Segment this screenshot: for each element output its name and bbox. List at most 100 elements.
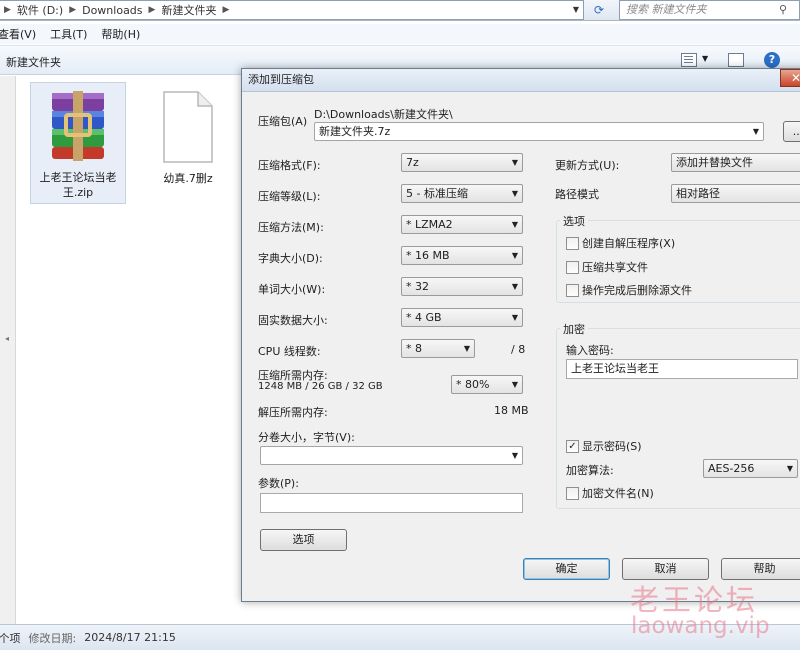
address-dropdown-icon[interactable]: ▼ — [570, 3, 582, 17]
cpu-threads-max: / 8 — [511, 343, 526, 356]
chevron-down-icon: ▼ — [511, 220, 518, 229]
browse-button[interactable]: ... — [783, 121, 800, 142]
cpu-threads-value: * 8 — [406, 342, 422, 355]
check-icon[interactable]: ✓ — [566, 439, 579, 453]
file-item-zip[interactable]: 上老王论坛当老王.zip — [30, 82, 126, 204]
volume-size-combo[interactable]: ▼ — [260, 446, 523, 465]
folder-title: 新建文件夹 — [6, 56, 61, 69]
shared-files-label: 压缩共享文件 — [582, 261, 648, 274]
chevron-down-icon: ▼ — [511, 313, 518, 322]
chevron-down-icon: ▼ — [511, 282, 518, 291]
menu-bar: 查看(V) 工具(T) 帮助(H) — [0, 24, 800, 44]
dialog-titlebar[interactable]: 添加到压缩包 — [242, 69, 800, 92]
memory-percent-value: * 80% — [456, 378, 490, 391]
path-mode-value: 相对路径 — [676, 187, 720, 200]
chevron-down-icon: ▼ — [786, 464, 793, 473]
ok-button[interactable]: 确定 — [523, 558, 610, 580]
status-count: 1 个项 — [0, 631, 21, 645]
format-value: 7z — [406, 156, 419, 169]
breadcrumb-folder[interactable]: 新建文件夹 — [161, 2, 216, 18]
password-label: 输入密码: — [566, 344, 614, 357]
parameters-label: 参数(P): — [258, 477, 299, 490]
method-label: 压缩方法(M): — [258, 221, 324, 234]
encryption-group-title: 加密 — [560, 321, 588, 337]
path-mode-select[interactable]: 相对路径▼ — [671, 184, 800, 203]
encryption-method-value: AES-256 — [708, 462, 755, 475]
view-dropdown-icon[interactable]: ▼ — [702, 54, 708, 63]
help-icon[interactable]: ? — [764, 52, 780, 68]
decompress-memory-label: 解压所需内存: — [258, 406, 328, 419]
breadcrumb-chevron-icon: ▶ — [4, 5, 11, 15]
search-input[interactable]: 搜索 新建文件夹 ⚲ — [619, 0, 800, 20]
view-options-icon[interactable] — [681, 53, 697, 67]
close-icon[interactable]: ✕ — [780, 69, 800, 87]
method-value: * LZMA2 — [406, 218, 453, 231]
encryption-method-select[interactable]: AES-256 ▼ — [703, 459, 798, 478]
options-group-title: 选项 — [560, 213, 588, 229]
show-password-label: 显示密码(S) — [582, 440, 642, 453]
delete-after-label: 操作完成后删除源文件 — [582, 284, 692, 297]
sfx-checkbox[interactable]: 创建自解压程序(X) — [566, 235, 675, 251]
level-value: 5 - 标准压缩 — [406, 187, 468, 200]
sfx-label: 创建自解压程序(X) — [582, 237, 676, 250]
chevron-down-icon: ▼ — [511, 451, 518, 460]
cpu-threads-label: CPU 线程数: — [258, 345, 321, 358]
chevron-down-icon: ▼ — [511, 158, 518, 167]
volume-size-label: 分卷大小，字节(V): — [258, 431, 355, 444]
method-select[interactable]: * LZMA2 ▼ — [401, 215, 523, 234]
checkbox-box[interactable] — [566, 260, 579, 274]
blank-file-icon — [163, 91, 213, 163]
breadcrumb-downloads[interactable]: Downloads — [82, 4, 142, 17]
checkbox-box[interactable] — [566, 236, 579, 250]
menu-help[interactable]: 帮助(H) — [101, 26, 140, 42]
cpu-threads-select[interactable]: * 8 ▼ — [401, 339, 475, 358]
format-label: 压缩格式(F): — [258, 159, 321, 172]
encryption-method-label: 加密算法: — [566, 464, 614, 477]
status-modified-label: 修改日期: — [28, 631, 77, 645]
checkbox-box[interactable] — [566, 486, 579, 500]
checkbox-box[interactable] — [566, 283, 579, 297]
menu-tools[interactable]: 工具(T) — [50, 26, 87, 42]
word-size-select[interactable]: * 32 ▼ — [401, 277, 523, 296]
path-mode-label: 路径模式 — [555, 188, 599, 201]
options-button[interactable]: 选项 — [260, 529, 347, 551]
delete-after-checkbox[interactable]: 操作完成后删除源文件 — [566, 282, 692, 298]
breadcrumb-chevron-icon: ▶ — [222, 5, 230, 15]
address-bar: ▶ 软件 (D:) ▶ Downloads ▶ 新建文件夹 ▶ ▼ ⟳ 搜索 新… — [0, 0, 800, 21]
breadcrumb-drive[interactable]: 软件 (D:) — [17, 2, 63, 18]
status-modified-value: 2024/8/17 21:15 — [84, 631, 176, 644]
show-password-checkbox[interactable]: ✓ 显示密码(S) — [566, 438, 642, 454]
winrar-archive-icon — [52, 91, 104, 161]
solid-size-label: 固实数据大小: — [258, 314, 328, 327]
dictionary-value: * 16 MB — [406, 249, 450, 262]
chevron-down-icon: ▼ — [511, 189, 518, 198]
address-field[interactable]: ▶ 软件 (D:) ▶ Downloads ▶ 新建文件夹 ▶ — [0, 0, 584, 20]
archive-name-combo[interactable]: 新建文件夹.7z ▼ — [314, 122, 764, 141]
preview-pane-icon[interactable] — [728, 53, 744, 67]
password-input[interactable]: 上老王论坛当老王 — [566, 359, 798, 379]
search-icon[interactable]: ⚲ — [779, 1, 787, 19]
encrypt-names-checkbox[interactable]: 加密文件名(N) — [566, 485, 654, 501]
search-placeholder: 搜索 新建文件夹 — [626, 3, 707, 16]
solid-size-value: * 4 GB — [406, 311, 442, 324]
menu-view[interactable]: 查看(V) — [0, 26, 36, 42]
word-size-label: 单词大小(W): — [258, 283, 326, 296]
memory-percent-select[interactable]: * 80% ▼ — [451, 375, 523, 394]
chevron-down-icon: ▼ — [463, 344, 470, 353]
file-name-zip: 上老王论坛当老王.zip — [39, 171, 117, 199]
shared-files-checkbox[interactable]: 压缩共享文件 — [566, 259, 648, 275]
level-select[interactable]: 5 - 标准压缩 ▼ — [401, 184, 523, 203]
chevron-down-icon: ▼ — [511, 380, 518, 389]
refresh-icon[interactable]: ⟳ — [590, 2, 608, 19]
breadcrumb-chevron-icon: ▶ — [148, 5, 156, 15]
archive-path: D:\Downloads\新建文件夹\ — [314, 108, 453, 121]
file-item-7z[interactable]: 幼真.7删z — [140, 82, 236, 194]
splitter-grip-icon[interactable]: ◂ — [5, 334, 9, 343]
parameters-input[interactable] — [260, 493, 523, 513]
dictionary-select[interactable]: * 16 MB ▼ — [401, 246, 523, 265]
word-size-value: * 32 — [406, 280, 429, 293]
solid-size-select[interactable]: * 4 GB ▼ — [401, 308, 523, 327]
format-select[interactable]: 7z ▼ — [401, 153, 523, 172]
update-mode-select[interactable]: 添加并替换文件▼ — [671, 153, 800, 172]
decompress-memory-value: 18 MB — [494, 404, 529, 417]
